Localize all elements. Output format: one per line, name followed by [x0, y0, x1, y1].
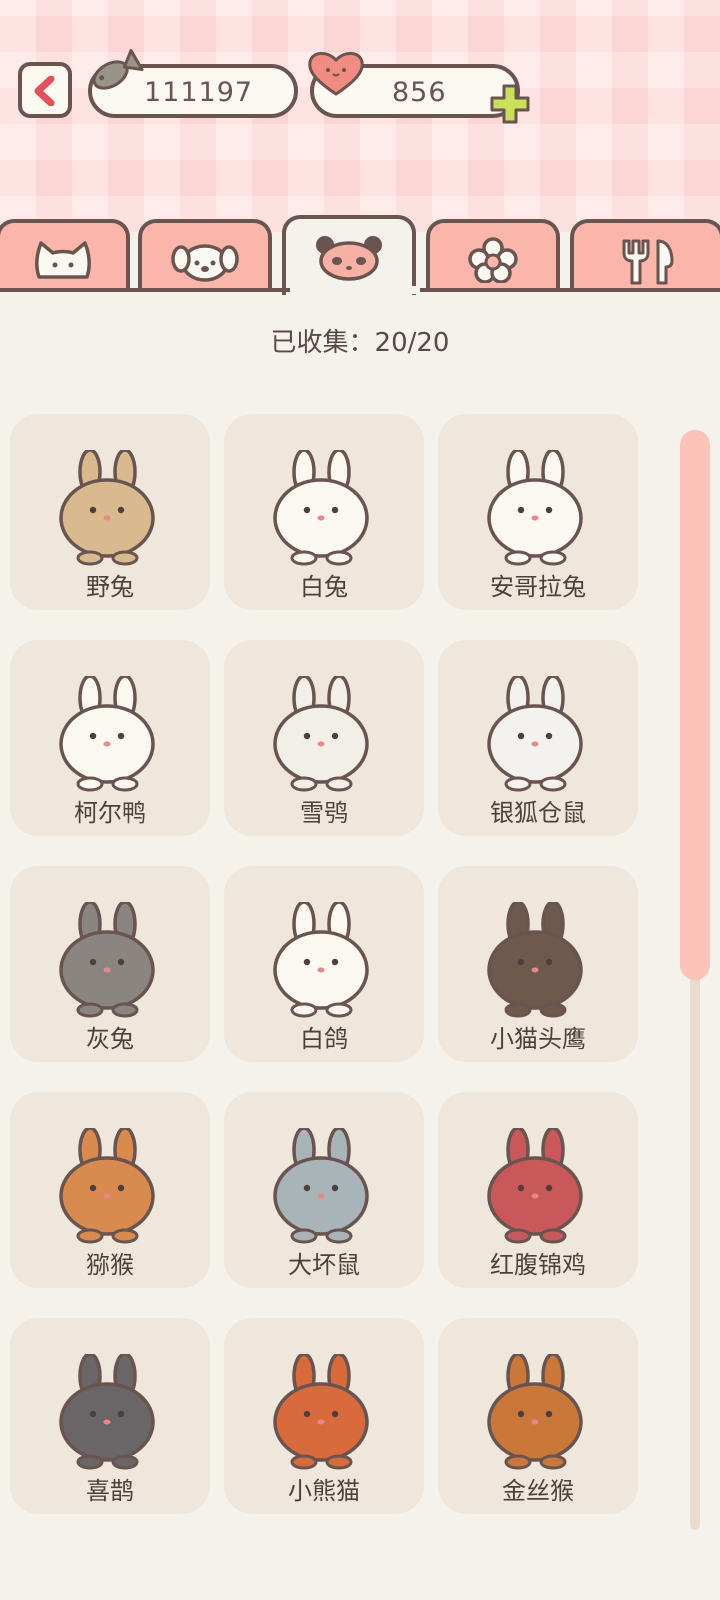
heart-icon: [308, 52, 364, 96]
animal-card[interactable]: 白兔: [224, 414, 424, 610]
animal-card[interactable]: 野兔: [10, 414, 210, 610]
flower-icon: [468, 237, 518, 283]
fish-icon: [92, 48, 144, 90]
animal-icon: [59, 1128, 155, 1244]
animal-icon: [273, 1128, 369, 1244]
panda-icon: [316, 236, 382, 281]
animal-name: 金丝猴: [502, 1477, 574, 1505]
animal-card[interactable]: 雪鸮: [224, 640, 424, 836]
add-currency-button[interactable]: [488, 82, 532, 126]
animal-grid: 野兔 白兔 安哥拉兔柯尔鸭 雪鸮 银狐仓鼠灰兔 白鸽 小猫头鹰猕猴 大坏鼠 红腹锦鸡喜鹊 小熊猫 金…: [10, 414, 650, 1600]
active-tab-gap: [290, 286, 420, 294]
tab-dogs[interactable]: [138, 219, 272, 291]
animal-name: 猕猴: [86, 1251, 134, 1279]
tab-wild-animals[interactable]: [282, 215, 416, 295]
animal-card[interactable]: 红腹锦鸡: [438, 1092, 638, 1288]
tab-food[interactable]: [570, 219, 720, 291]
tab-cats[interactable]: [0, 219, 130, 291]
animal-name: 雪鸮: [300, 799, 348, 827]
animal-icon: [273, 902, 369, 1018]
animal-card[interactable]: 柯尔鸭: [10, 640, 210, 836]
category-tabs: [0, 215, 720, 295]
animal-icon: [59, 1354, 155, 1470]
animal-icon: [487, 1128, 583, 1244]
animal-name: 大坏鼠: [288, 1251, 360, 1279]
animal-card[interactable]: 灰兔: [10, 866, 210, 1062]
animal-card[interactable]: 白鸽: [224, 866, 424, 1062]
animal-name: 红腹锦鸡: [490, 1251, 586, 1279]
animal-icon: [487, 1354, 583, 1470]
animal-icon: [487, 676, 583, 792]
animal-icon: [273, 676, 369, 792]
animal-name: 安哥拉兔: [490, 573, 586, 601]
animal-card[interactable]: 猕猴: [10, 1092, 210, 1288]
animal-name: 白鸽: [300, 1025, 348, 1053]
dog-icon: [171, 244, 239, 282]
animal-card[interactable]: 安哥拉兔: [438, 414, 638, 610]
animal-name: 柯尔鸭: [74, 799, 146, 827]
animal-icon: [487, 450, 583, 566]
animal-name: 白兔: [300, 573, 348, 601]
fish-count: 111197: [144, 77, 254, 108]
animal-icon: [273, 1354, 369, 1470]
animal-name: 野兔: [86, 573, 134, 601]
animal-card[interactable]: 小猫头鹰: [438, 866, 638, 1062]
back-button[interactable]: [18, 62, 72, 118]
animal-name: 小熊猫: [288, 1477, 360, 1505]
animal-icon: [487, 902, 583, 1018]
animal-icon: [59, 450, 155, 566]
animal-card[interactable]: 金丝猴: [438, 1318, 638, 1514]
animal-name: 小猫头鹰: [490, 1025, 586, 1053]
animal-card[interactable]: 小熊猫: [224, 1318, 424, 1514]
animal-icon: [59, 902, 155, 1018]
cat-icon: [35, 241, 91, 279]
scrollbar-thumb[interactable]: [680, 430, 710, 980]
utensils-icon: [622, 239, 674, 285]
animal-card[interactable]: 银狐仓鼠: [438, 640, 638, 836]
animal-icon: [273, 450, 369, 566]
animal-name: 银狐仓鼠: [490, 799, 586, 827]
animal-icon: [59, 676, 155, 792]
tab-flowers[interactable]: [426, 219, 560, 291]
animal-card[interactable]: 大坏鼠: [224, 1092, 424, 1288]
animal-card[interactable]: 喜鹊: [10, 1318, 210, 1514]
heart-count: 856: [392, 77, 447, 108]
animal-name: 喜鹊: [86, 1477, 134, 1505]
chevron-left-icon: [34, 76, 55, 106]
animal-name: 灰兔: [86, 1025, 134, 1053]
collection-status: 已收集：20/20: [270, 328, 450, 358]
